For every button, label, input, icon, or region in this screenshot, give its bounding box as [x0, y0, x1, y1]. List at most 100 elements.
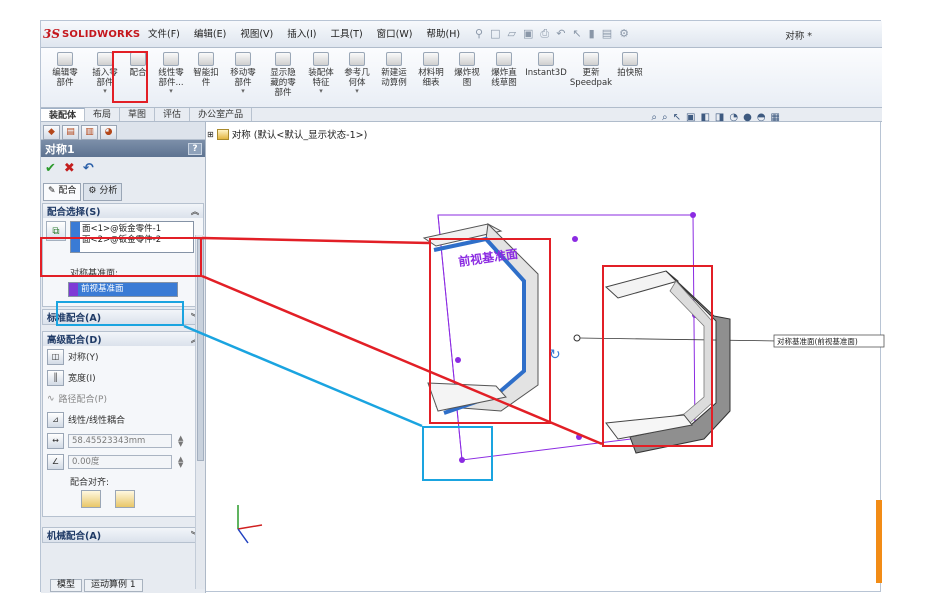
show-hidden-components-button[interactable]: 显示隐 藏的零 部件 [263, 48, 303, 107]
rebuild-icon[interactable]: ▮ [589, 27, 595, 41]
plane-handle[interactable] [576, 434, 582, 440]
cancel-x-icon[interactable]: ✖ [64, 161, 75, 176]
tab-office-products[interactable]: 办公室产品 [190, 108, 253, 121]
linear-pattern-button[interactable]: 线性零 部件... ▾ [153, 48, 189, 107]
instant3d-icon [538, 52, 554, 66]
options-icon[interactable]: ⚙ [619, 27, 629, 41]
action-buttons: ✔ ✖ ↶ [41, 157, 205, 179]
property-manager-panel: ◆ ▤ ▥ ◕ 对称1 ? ✔ ✖ ↶ ✎ 配合 ⚙ 分析 配合选择(S) ︽ ⧉ [41, 122, 206, 593]
tab-analysis[interactable]: ⚙ 分析 [83, 183, 123, 201]
chevron-down-icon[interactable]: ▾ [103, 88, 107, 95]
symmetric-mate-icon: ◫ [47, 348, 64, 365]
file-properties-icon[interactable]: ▤ [602, 27, 612, 41]
highlight-symmetry-plane-field [56, 301, 184, 326]
menu-tools[interactable]: 工具(T) [323, 21, 369, 48]
exploded-view-button[interactable]: 爆炸视 图 [449, 48, 485, 107]
tab-sketch[interactable]: 草图 [120, 108, 156, 121]
update-speedpak-button[interactable]: 更新 Speedpak [569, 48, 613, 107]
plane-handle[interactable] [690, 212, 696, 218]
advanced-mates-title: 高级配合(D) [47, 335, 102, 346]
save-icon[interactable]: ▣ [523, 27, 533, 41]
reference-geometry-button[interactable]: 参考几 何体 ▾ [339, 48, 375, 107]
feature-manager-tab-icon[interactable]: ◆ [43, 125, 60, 140]
tab-layout[interactable]: 布局 [85, 108, 121, 121]
panel-scrollbar[interactable] [195, 235, 205, 589]
menu-window[interactable]: 窗口(W) [370, 21, 420, 48]
open-document-icon[interactable]: ▱ [508, 27, 516, 41]
tab-evaluate[interactable]: 评估 [155, 108, 191, 121]
tab-motion-study[interactable]: 运动算例 1 [84, 579, 143, 592]
linear-coupler-option[interactable]: ⊿ 线性/线性耦合 [43, 409, 203, 430]
solidworks-wordmark: SOLIDWORKS [62, 28, 141, 40]
symmetric-mate-label: 对称(Y) [68, 353, 99, 363]
bom-button[interactable]: 材料明 细表 [413, 48, 449, 107]
menu-help[interactable]: 帮助(H) [419, 21, 467, 48]
exploded-view-icon [459, 52, 475, 66]
angle-icon: ∠ [47, 453, 64, 470]
menu-edit[interactable]: 编辑(E) [187, 21, 233, 48]
triad-origin [573, 334, 581, 342]
mate-selections-header[interactable]: 配合选择(S) ︽ [43, 204, 203, 218]
task-pane-edge[interactable] [876, 500, 882, 583]
symmetric-mate-option[interactable]: ◫ 对称(Y) [43, 346, 203, 367]
chevron-down-icon[interactable]: ▾ [169, 88, 173, 95]
distance-spinner[interactable]: ▲ ▼ [178, 434, 183, 447]
path-mate-option[interactable]: ∿ 路径配合(P) [43, 388, 203, 409]
distance-row: ↔ 58.45523343mm ▲ ▼ [43, 430, 203, 451]
symmetry-plane-field[interactable]: 前视基准面 [68, 282, 178, 297]
menu-view[interactable]: 视图(V) [233, 21, 280, 48]
new-document-icon[interactable]: □ [490, 27, 500, 41]
plane-color-swatch [69, 283, 78, 296]
tab-model[interactable]: 模型 [50, 579, 83, 592]
menu-file[interactable]: 文件(F) [141, 21, 187, 48]
move-component-label: 移动零 部件 [230, 68, 256, 88]
triad-x-axis [237, 524, 263, 530]
aligned-button[interactable] [81, 490, 101, 508]
chevron-up-icon[interactable]: ︽ [191, 206, 199, 217]
pin-icon[interactable]: ⚲ [475, 27, 483, 41]
select-icon[interactable]: ↖ [572, 27, 581, 41]
tab-analysis-label: 分析 [99, 186, 118, 196]
instant3d-button[interactable]: Instant3D [523, 48, 569, 107]
anti-aligned-button[interactable] [115, 490, 135, 508]
angle-spinner[interactable]: ▲ ▼ [178, 455, 183, 468]
menu-insert[interactable]: 插入(I) [280, 21, 323, 48]
tab-assembly[interactable]: 装配体 [41, 108, 86, 121]
advanced-mates-group: 高级配合(D)︽ ◫ 对称(Y) ║ 宽度(I) ∿ 路径配合(P) ⊿ 线性/… [42, 331, 204, 517]
chevron-down-icon[interactable]: ▾ [319, 88, 323, 95]
display-manager-tab-icon[interactable]: ◕ [100, 125, 117, 140]
print-icon[interactable]: ⎙ [540, 27, 549, 41]
explode-line-sketch-button[interactable]: 爆炸直 线草图 [485, 48, 523, 107]
chevron-down-icon[interactable]: ▾ [241, 88, 245, 95]
angle-input[interactable]: 0.00度 [68, 454, 172, 469]
undo-icon[interactable]: ↶ [556, 27, 565, 41]
analysis-icon: ⚙ [88, 186, 100, 196]
undo-arrow-icon[interactable]: ↶ [83, 161, 94, 176]
tab-mates[interactable]: ✎ 配合 [43, 183, 82, 201]
plane-handle[interactable] [572, 236, 578, 242]
help-button[interactable]: ? [188, 142, 202, 155]
smart-fastener-label: 智能扣 件 [193, 68, 219, 88]
configuration-manager-tab-icon[interactable]: ▥ [81, 125, 98, 140]
list-item[interactable]: 面<1>@钣金零件-1 [82, 224, 161, 235]
take-snapshot-button[interactable]: 拍快照 [613, 48, 647, 107]
chevron-down-icon[interactable]: ▾ [355, 88, 359, 95]
width-mate-option[interactable]: ║ 宽度(I) [43, 367, 203, 388]
new-motion-study-button[interactable]: 新建运 动算例 [375, 48, 413, 107]
ok-check-icon[interactable]: ✔ [45, 161, 56, 176]
solidworks-logo[interactable]: 3S SOLIDWORKS [41, 21, 141, 48]
instant3d-label: Instant3D [525, 68, 567, 78]
mechanical-mates-header[interactable]: 机械配合(A)︾ [43, 528, 203, 542]
document-title: 对称 * [785, 31, 812, 42]
edit-component-button[interactable]: 编辑零 部件 [43, 48, 87, 107]
mate-alignment-buttons [43, 490, 203, 508]
edit-component-label: 编辑零 部件 [52, 68, 78, 88]
menu-bar: 文件(F) 编辑(E) 视图(V) 插入(I) 工具(T) 窗口(W) 帮助(H… [141, 21, 467, 48]
explode-line-sketch-label: 爆炸直 线草图 [491, 68, 517, 88]
move-component-button[interactable]: 移动零 部件 ▾ [223, 48, 263, 107]
property-manager-tab-icon[interactable]: ▤ [62, 125, 79, 140]
advanced-mates-header[interactable]: 高级配合(D)︽ [43, 332, 203, 346]
smart-fastener-button[interactable]: 智能扣 件 [189, 48, 223, 107]
assembly-features-button[interactable]: 装配体 特征 ▾ [303, 48, 339, 107]
distance-input[interactable]: 58.45523343mm [68, 433, 172, 448]
